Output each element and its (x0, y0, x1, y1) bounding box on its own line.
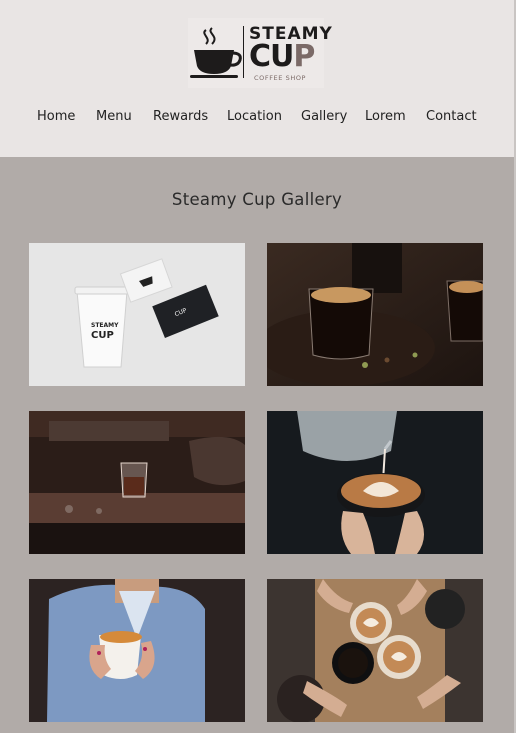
logo-wordmark-bottom: CUP (249, 39, 315, 74)
logo-divider (243, 26, 244, 78)
nav-home[interactable]: Home (37, 109, 75, 124)
nav-gallery[interactable]: Gallery (301, 109, 347, 124)
logo[interactable]: STEAMY CUP COFFEE SHOP (188, 18, 332, 88)
svg-text:CUP: CUP (91, 330, 114, 341)
gallery-image-espresso-glasses[interactable] (267, 243, 483, 386)
logo-tagline: COFFEE SHOP (254, 74, 307, 82)
gallery-image-latte-art[interactable] (267, 411, 483, 554)
gallery-image-espresso-machine[interactable] (29, 411, 245, 554)
gallery-title: Steamy Cup Gallery (171, 190, 343, 209)
nav-menu[interactable]: Menu (96, 109, 132, 124)
site-header: STEAMY CUP COFFEE SHOP Home Menu Rewards… (0, 0, 514, 157)
logo-p: P (293, 39, 315, 74)
main-nav: Home Menu Rewards Location Gallery Lorem… (0, 109, 514, 127)
gallery-image-cup-mockup[interactable]: STEAMY CUP CUP (29, 243, 245, 386)
nav-rewards[interactable]: Rewards (153, 109, 208, 124)
logo-cu: CU (249, 39, 294, 74)
nav-location[interactable]: Location (227, 109, 282, 124)
gallery-image-woman-holding-coffee[interactable] (29, 579, 245, 722)
svg-text:STEAMY: STEAMY (91, 322, 119, 329)
nav-contact[interactable]: Contact (426, 109, 477, 124)
coffee-cup-logo-icon (190, 27, 242, 78)
nav-lorem[interactable]: Lorem (365, 109, 406, 124)
gallery-image-cheers-coffee[interactable] (267, 579, 483, 722)
